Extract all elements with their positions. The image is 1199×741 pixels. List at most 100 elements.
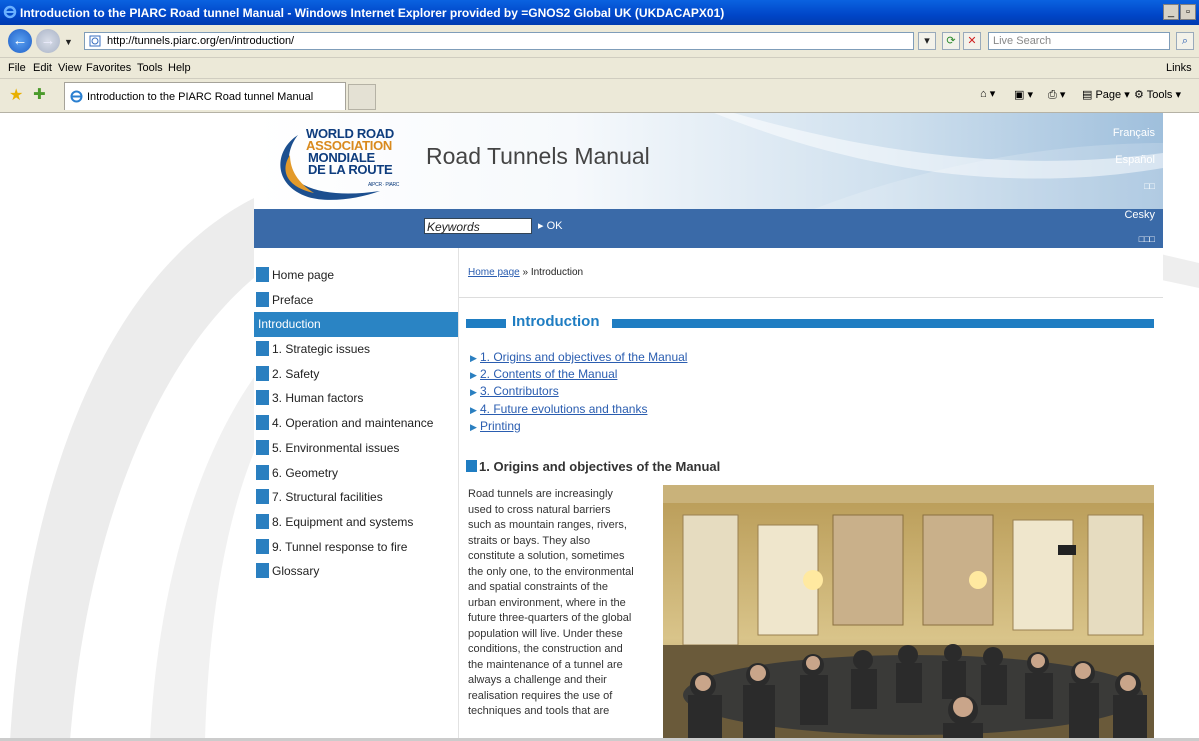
body-line: such as mountain ranges, rivers, xyxy=(468,519,627,531)
site-container: WORLD ROAD ASSOCIATION MONDIALE DE LA RO… xyxy=(254,113,1163,741)
body-line: straits or bays. They also xyxy=(468,534,591,547)
site-title: Road Tunnels Manual xyxy=(426,143,650,169)
address-dropdown-icon[interactable]: ▾ xyxy=(918,32,936,50)
bullet-square xyxy=(256,513,269,529)
favorites-star-icon[interactable]: ★ xyxy=(9,85,23,105)
section-bar-left xyxy=(466,319,506,328)
breadcrumb: Home page » Introduction xyxy=(468,267,583,278)
toc-link-printing[interactable]: Printing xyxy=(480,419,521,433)
body-line: conditions, the construction and xyxy=(468,643,623,655)
toc-link-future[interactable]: 4. Future evolutions and thanks xyxy=(480,402,647,416)
body-line: used to cross natural barriers xyxy=(468,503,611,516)
add-favorite-icon[interactable]: ✚ xyxy=(33,85,46,103)
minimize-button[interactable]: _ xyxy=(1163,4,1179,20)
menu-file[interactable]: File xyxy=(8,62,26,74)
new-tab-button[interactable] xyxy=(348,84,376,110)
body-line: population will live. Under these xyxy=(468,627,623,640)
sidebar-item-label: 6. Geometry xyxy=(272,465,339,480)
sidebar-item-home[interactable]: Home page xyxy=(254,263,458,288)
logo-line-5: AIPCR · PIARC xyxy=(368,182,400,188)
lang-chinese[interactable]: □□ xyxy=(1144,181,1155,191)
sidebar-item-label: Preface xyxy=(272,292,314,307)
piarc-logo[interactable]: WORLD ROAD ASSOCIATION MONDIALE DE LA RO… xyxy=(268,125,400,209)
toc-link-origins[interactable]: 1. Origins and objectives of the Manual xyxy=(480,350,687,364)
toc-link-contributors[interactable]: 3. Contributors xyxy=(480,384,559,398)
sidebar-item-environmental[interactable]: 5. Environmental issues xyxy=(254,436,458,461)
sidebar-item-operation[interactable]: 4. Operation and maintenance xyxy=(254,411,458,436)
page-menu[interactable]: ▤ Page ▾ xyxy=(1082,88,1130,101)
menu-edit[interactable]: Edit xyxy=(33,62,52,74)
lang-espanol[interactable]: Español xyxy=(1115,154,1155,166)
sidebar-item-strategic-issues[interactable]: 1. Strategic issues xyxy=(254,337,458,362)
live-search-input[interactable]: Live Search xyxy=(988,32,1170,50)
feeds-icon[interactable]: ▣ ▾ xyxy=(1014,88,1033,101)
section-title: Introduction xyxy=(512,313,600,330)
body-paragraph: Road tunnels are increasingly used to cr… xyxy=(468,487,653,720)
page-icon xyxy=(89,35,101,47)
section-bar-right xyxy=(612,319,1154,328)
table-of-contents: ▶ 1. Origins and objectives of the Manual… xyxy=(470,350,687,436)
sidebar-item-equipment[interactable]: 8. Equipment and systems xyxy=(254,510,458,535)
window-titlebar: Introduction to the PIARC Road tunnel Ma… xyxy=(0,0,1199,25)
tools-menu[interactable]: ⚙ Tools ▾ xyxy=(1134,88,1181,101)
arrow-right-icon: ▶ xyxy=(470,404,477,415)
sidebar-item-human-factors[interactable]: 3. Human factors xyxy=(254,386,458,411)
links-button[interactable]: Links xyxy=(1166,62,1192,74)
bullet-square xyxy=(256,538,269,554)
search-icon[interactable]: ⌕ xyxy=(1176,32,1194,50)
header-search-bar: Keywords ▸ OK Cesky □□□ xyxy=(254,209,1163,248)
menu-bar: File Edit View Favorites Tools Help Link… xyxy=(0,58,1199,79)
body-line: future three-quarters of the global xyxy=(468,612,632,624)
address-bar[interactable]: http://tunnels.piarc.org/en/introduction… xyxy=(84,32,914,50)
sidebar-item-label: Home page xyxy=(272,268,335,282)
lang-francais[interactable]: Français xyxy=(1113,127,1155,139)
live-search-placeholder: Live Search xyxy=(993,35,1052,47)
body-line: the maintenance of a tunnel are xyxy=(468,658,623,671)
sidebar-nav: Home page Preface Introduction 1. Strate… xyxy=(254,263,458,584)
forward-button[interactable]: → xyxy=(36,29,60,53)
menu-view[interactable]: View xyxy=(58,62,82,74)
sidebar-item-structural[interactable]: 7. Structural facilities xyxy=(254,485,458,510)
address-text: http://tunnels.piarc.org/en/introduction… xyxy=(107,35,295,47)
menu-tools[interactable]: Tools xyxy=(137,62,163,74)
sidebar-item-glossary[interactable]: Glossary xyxy=(254,559,458,584)
sidebar-item-geometry[interactable]: 6. Geometry xyxy=(254,461,458,486)
toc-item: ▶ Printing xyxy=(470,419,687,436)
tools-menu-label: Tools xyxy=(1146,89,1173,101)
logo-line-4: DE LA ROUTE xyxy=(308,162,393,177)
sidebar-item-safety[interactable]: 2. Safety xyxy=(254,362,458,387)
body-line: techniques and tools that are xyxy=(468,705,610,717)
search-ok-button[interactable]: ▸ OK xyxy=(538,219,562,232)
page-viewport: WORLD ROAD ASSOCIATION MONDIALE DE LA RO… xyxy=(0,113,1199,741)
home-icon[interactable]: ⌂ ▾ xyxy=(980,87,995,100)
breadcrumb-home-link[interactable]: Home page xyxy=(468,267,520,278)
breadcrumb-current: Introduction xyxy=(530,267,584,278)
bullet-square xyxy=(256,415,269,431)
menu-help[interactable]: Help xyxy=(168,62,191,74)
tab-introduction[interactable]: Introduction to the PIARC Road tunnel Ma… xyxy=(64,82,346,110)
sidebar-item-label: 9. Tunnel response to fire xyxy=(272,539,408,554)
refresh-icon[interactable]: ⟳ xyxy=(942,32,960,50)
body-line: and spatial constraints of the xyxy=(468,581,609,593)
sidebar-item-label: 3. Human factors xyxy=(272,391,364,406)
toc-item: ▶ 4. Future evolutions and thanks xyxy=(470,402,687,419)
back-button[interactable]: ← xyxy=(8,29,32,53)
bullet-square xyxy=(256,365,269,381)
bullet-square xyxy=(256,489,269,505)
sidebar-item-label: 5. Environmental issues xyxy=(272,440,400,455)
body-line: the only one, to the environmental xyxy=(468,565,634,578)
restore-button[interactable]: ▫ xyxy=(1180,4,1196,20)
sidebar-item-label: 8. Equipment and systems xyxy=(272,514,414,529)
toc-link-contents[interactable]: 2. Contents of the Manual xyxy=(480,367,617,381)
menu-favorites[interactable]: Favorites xyxy=(86,62,131,74)
lang-japanese[interactable]: □□□ xyxy=(1139,234,1155,244)
lang-cesky[interactable]: Cesky xyxy=(1124,209,1155,221)
sidebar-item-label: 4. Operation and maintenance xyxy=(272,416,434,431)
stop-icon[interactable]: ✕ xyxy=(963,32,981,50)
keywords-input[interactable]: Keywords xyxy=(424,218,532,234)
sidebar-item-fire[interactable]: 9. Tunnel response to fire xyxy=(254,535,458,560)
history-dropdown-icon[interactable]: ▼ xyxy=(64,37,73,47)
sidebar-item-introduction[interactable]: Introduction xyxy=(254,312,458,338)
print-icon[interactable]: ⎙ ▾ xyxy=(1048,88,1065,102)
sidebar-item-preface[interactable]: Preface xyxy=(254,288,458,313)
